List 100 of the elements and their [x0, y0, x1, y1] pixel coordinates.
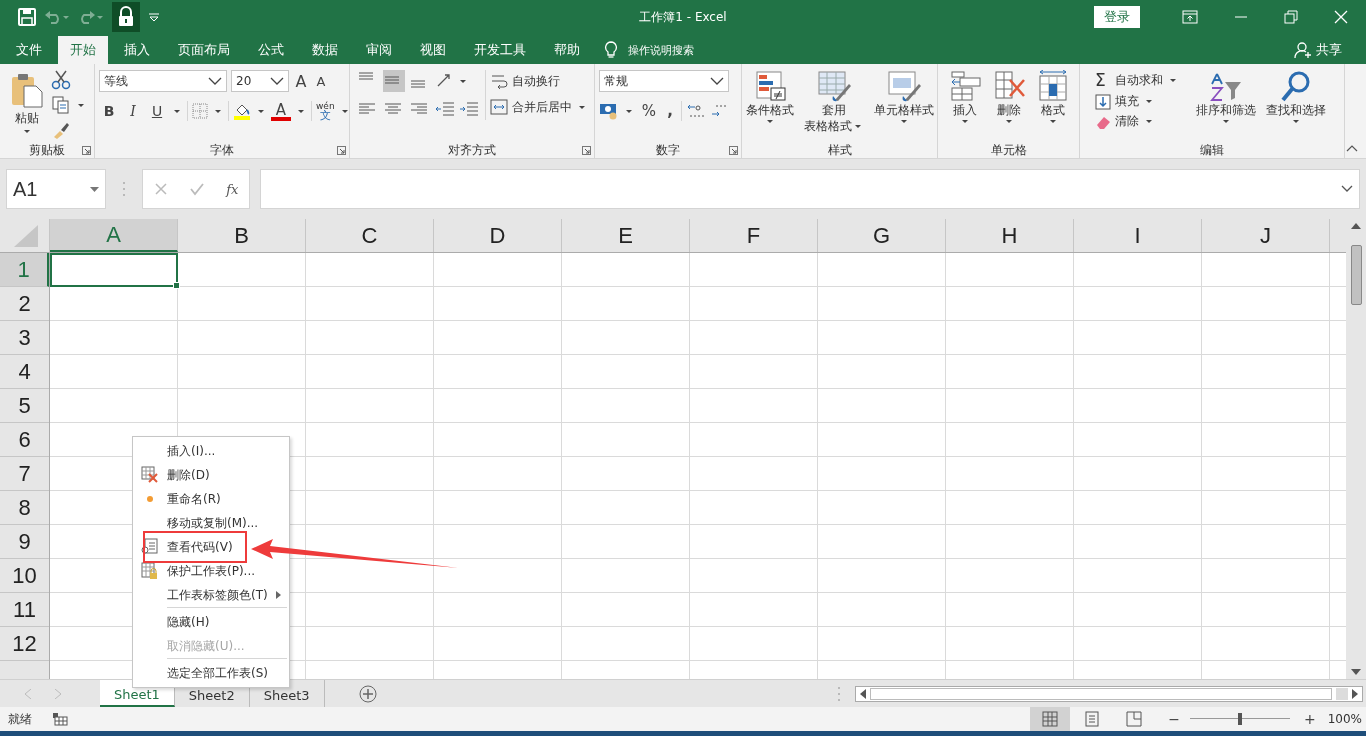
column-header[interactable]: B — [178, 219, 306, 252]
caret-icon[interactable] — [1145, 119, 1153, 124]
grip-icon[interactable] — [836, 685, 841, 702]
row-header[interactable]: 10 — [0, 559, 49, 593]
close-icon[interactable] — [1334, 10, 1348, 24]
clear-button[interactable]: 清除 — [1095, 113, 1179, 130]
caret-icon[interactable] — [257, 108, 265, 114]
chevron-down-icon[interactable] — [208, 77, 222, 85]
tell-me-search[interactable]: 操作说明搜索 — [628, 42, 694, 58]
row-header[interactable]: 7 — [0, 457, 49, 491]
column-header[interactable]: F — [690, 219, 818, 252]
ribbon-tab[interactable]: 开始 — [58, 36, 108, 64]
ribbon-tab[interactable]: 页面布局 — [166, 36, 242, 64]
horizontal-scrollbar[interactable] — [854, 685, 1363, 702]
scroll-up-icon[interactable] — [1351, 223, 1361, 229]
caret-icon[interactable] — [765, 119, 774, 124]
scroll-right-icon[interactable] — [1351, 688, 1358, 699]
name-box[interactable]: A1 — [6, 169, 106, 209]
column-header[interactable]: A — [50, 219, 178, 252]
chevron-down-icon[interactable] — [710, 77, 724, 85]
caret-icon[interactable] — [1004, 119, 1013, 124]
restore-icon[interactable] — [1284, 10, 1298, 24]
dialog-launcher-icon[interactable] — [337, 146, 346, 155]
add-sheet-icon[interactable] — [358, 684, 377, 703]
menu-item[interactable]: 移动或复制(M)... — [133, 511, 289, 535]
underline-button[interactable]: U — [147, 100, 167, 122]
ribbon-tab[interactable]: 公式 — [246, 36, 296, 64]
bold-button[interactable]: B — [99, 100, 119, 122]
cell-grid[interactable] — [50, 253, 1346, 679]
expand-icon[interactable] — [1341, 185, 1353, 193]
ribbon-button[interactable]: 条件格式 — [742, 70, 797, 124]
grip-icon[interactable] — [122, 181, 126, 197]
chevron-down-icon[interactable] — [270, 77, 284, 85]
column-header[interactable]: E — [562, 219, 690, 252]
collapse-ribbon-icon[interactable] — [1346, 144, 1358, 152]
row-header[interactable]: 4 — [0, 355, 49, 389]
ribbon-button[interactable]: 排序和筛选 — [1193, 70, 1259, 124]
row-header[interactable]: 8 — [0, 491, 49, 525]
ribbon-button[interactable]: 格式 — [1032, 70, 1073, 124]
column-header[interactable]: C — [306, 219, 434, 252]
caret-icon[interactable] — [577, 104, 586, 110]
merge-center-button[interactable]: 合并后居中 — [489, 98, 572, 116]
column-header[interactable]: H — [946, 219, 1074, 252]
view-button[interactable] — [1030, 707, 1071, 731]
ribbon-tab[interactable]: 插入 — [112, 36, 162, 64]
copy-icon[interactable] — [51, 95, 71, 115]
row-header[interactable]: 11 — [0, 593, 49, 627]
save-icon[interactable] — [18, 8, 36, 26]
ribbon-tab[interactable]: 审阅 — [354, 36, 404, 64]
row-header[interactable]: 2 — [0, 287, 49, 321]
vertical-scrollbar[interactable] — [1346, 219, 1366, 679]
ribbon-button[interactable]: 删除 — [988, 70, 1029, 124]
fill-button[interactable]: 填充 — [1095, 93, 1179, 110]
caret-icon[interactable] — [297, 108, 305, 114]
caret-icon[interactable] — [340, 108, 349, 114]
autosum-button[interactable]: Σ 自动求和 — [1095, 70, 1163, 90]
comma-button[interactable]: , — [663, 100, 677, 122]
caret-icon[interactable] — [899, 119, 908, 124]
row-header[interactable]: 1 — [0, 253, 49, 287]
scroll-thumb[interactable] — [869, 687, 1332, 700]
slider-thumb[interactable] — [1237, 713, 1242, 725]
lock-icon[interactable] — [112, 2, 140, 32]
paste-button[interactable]: 粘贴 — [7, 70, 47, 134]
grow-font-button[interactable]: A — [293, 70, 309, 92]
caret-icon[interactable] — [1145, 99, 1153, 104]
customize-toolbar-icon[interactable] — [148, 12, 160, 22]
ribbon-tab[interactable]: 文件 — [0, 36, 54, 64]
column-header[interactable]: G — [818, 219, 946, 252]
font-color-button[interactable]: A — [271, 101, 291, 121]
column-header[interactable]: D — [434, 219, 562, 252]
wrap-text-button[interactable]: 自动换行 — [489, 72, 588, 90]
shrink-font-button[interactable]: A — [313, 70, 329, 92]
ribbon-tab[interactable]: 视图 — [408, 36, 458, 64]
italic-button[interactable]: I — [123, 100, 143, 122]
row-header[interactable]: 3 — [0, 321, 49, 355]
row-header[interactable]: 12 — [0, 627, 49, 661]
macro-record-icon[interactable] — [52, 712, 68, 726]
caret-icon[interactable] — [1222, 119, 1230, 124]
insert-function-button[interactable]: fx — [226, 181, 239, 197]
row-header[interactable]: 5 — [0, 389, 49, 423]
caret-icon[interactable] — [77, 102, 85, 108]
login-button[interactable]: 登录 — [1094, 6, 1140, 28]
lightbulb-icon[interactable] — [604, 41, 618, 59]
scroll-thumb[interactable] — [1350, 245, 1362, 305]
ribbon-tab[interactable]: 数据 — [300, 36, 350, 64]
caret-icon[interactable] — [173, 108, 181, 114]
checkmark-icon[interactable] — [188, 182, 205, 196]
dialog-launcher-icon[interactable] — [729, 146, 738, 155]
row-header[interactable]: 6 — [0, 423, 49, 457]
ribbon-tab[interactable]: 帮助 — [542, 36, 592, 64]
ribbon-button[interactable]: 套用 表格格式 — [800, 70, 867, 134]
caret-icon[interactable] — [458, 78, 467, 84]
zoom-in-button[interactable]: + — [1303, 711, 1316, 727]
font-size-field[interactable]: 20 — [231, 70, 289, 92]
formula-input[interactable] — [260, 169, 1360, 209]
ribbon-button[interactable]: 单元格样式 — [870, 70, 937, 124]
middle-align-icon[interactable] — [382, 70, 405, 92]
person-icon[interactable] — [1294, 41, 1312, 59]
caret-icon[interactable] — [960, 119, 969, 124]
caret-icon[interactable] — [1048, 119, 1057, 124]
